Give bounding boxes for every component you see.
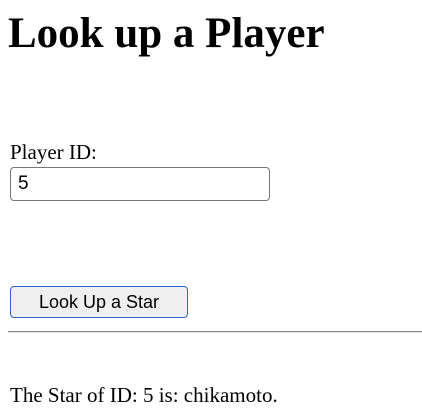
page-title: Look up a Player <box>8 10 325 57</box>
player-id-input[interactable] <box>10 167 270 201</box>
player-id-label: Player ID: <box>10 140 97 164</box>
horizontal-divider <box>8 331 422 333</box>
result-text: The Star of ID: 5 is: chikamoto. <box>10 383 278 407</box>
look-up-star-button[interactable]: Look Up a Star <box>10 286 188 318</box>
